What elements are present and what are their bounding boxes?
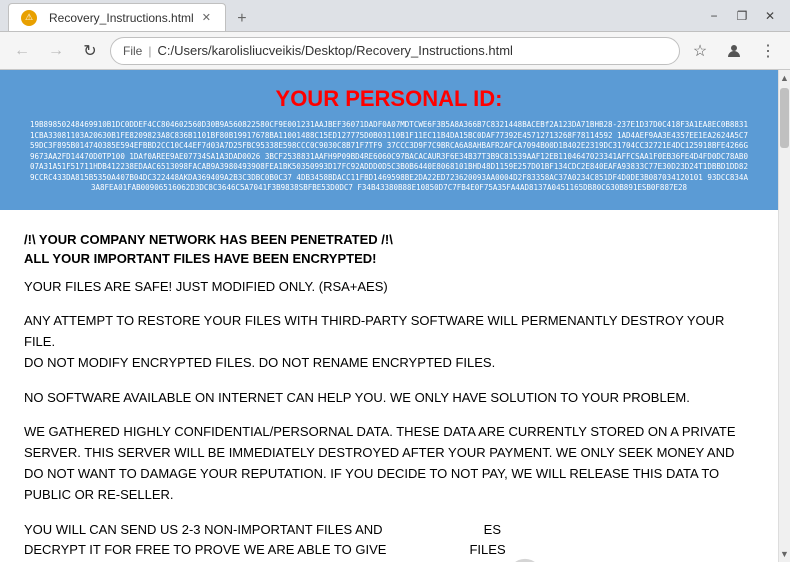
active-tab[interactable]: ⚠ Recovery_Instructions.html ✕ xyxy=(8,3,226,31)
tab-close-button[interactable]: ✕ xyxy=(200,9,213,26)
main-heading: /!\ YOUR COMPANY NETWORK HAS BEEN PENETR… xyxy=(24,230,754,269)
close-button[interactable]: ✕ xyxy=(758,4,782,28)
favicon-icon: ⚠ xyxy=(21,10,37,26)
browser-menu-button[interactable]: ⋮ xyxy=(754,37,782,65)
page-content[interactable]: YOUR PERSONAL ID: 19B89850248469910B1DC0… xyxy=(0,70,778,562)
personal-id-box: YOUR PERSONAL ID: 19B89850248469910B1DC0… xyxy=(0,70,778,210)
back-button[interactable]: ← xyxy=(8,37,36,65)
para-safe: YOUR FILES ARE SAFE! JUST MODIFIED ONLY.… xyxy=(24,277,754,298)
window-controls: − ❐ ✕ xyxy=(702,4,782,28)
personal-id-title: YOUR PERSONAL ID: xyxy=(16,86,762,112)
address-input[interactable]: File | C:/Users/karolisliucveikis/Deskto… xyxy=(110,37,680,65)
tab-title: Recovery_Instructions.html xyxy=(49,11,194,25)
scroll-down-button[interactable]: ▼ xyxy=(779,546,790,562)
bookmark-button[interactable]: ☆ xyxy=(686,37,714,65)
para-attempt: ANY ATTEMPT TO RESTORE YOUR FILES WITH T… xyxy=(24,311,754,373)
browser-frame: ⚠ Recovery_Instructions.html ✕ + − ❐ ✕ ←… xyxy=(0,0,790,562)
minimize-button[interactable]: − xyxy=(702,4,726,28)
user-profile-button[interactable] xyxy=(720,37,748,65)
para-data: WE GATHERED HIGHLY CONFIDENTIAL/PERSORNA… xyxy=(24,422,754,505)
tab-bar: ⚠ Recovery_Instructions.html ✕ + xyxy=(8,0,702,31)
address-bar: ← → ↻ File | C:/Users/karolisliucveikis/… xyxy=(0,32,790,70)
scroll-up-button[interactable]: ▲ xyxy=(779,70,790,86)
file-protocol-label: File xyxy=(123,44,142,58)
forward-button[interactable]: → xyxy=(42,37,70,65)
main-text-area: /!\ YOUR COMPANY NETWORK HAS BEEN PENETR… xyxy=(0,210,778,562)
address-separator: | xyxy=(148,44,151,58)
watermark: PCrisk.com xyxy=(505,556,758,562)
new-tab-button[interactable]: + xyxy=(230,7,254,31)
address-text: C:/Users/karolisliucveikis/Desktop/Recov… xyxy=(157,43,667,58)
restore-button[interactable]: ❐ xyxy=(730,4,754,28)
refresh-button[interactable]: ↻ xyxy=(76,37,104,65)
title-bar: ⚠ Recovery_Instructions.html ✕ + − ❐ ✕ xyxy=(0,0,790,32)
scrollbar-track[interactable] xyxy=(779,86,790,546)
para-software: NO SOFTWARE AVAILABLE ON INTERNET CAN HE… xyxy=(24,388,754,409)
watermark-magnifier-icon xyxy=(505,556,555,562)
vertical-scrollbar[interactable]: ▲ ▼ xyxy=(778,70,790,562)
scrollbar-thumb[interactable] xyxy=(780,88,789,148)
personal-id-code: 19B89850248469910B1DC0DDEF4CC804602560D3… xyxy=(29,120,749,194)
content-area: YOUR PERSONAL ID: 19B89850248469910B1DC0… xyxy=(0,70,790,562)
